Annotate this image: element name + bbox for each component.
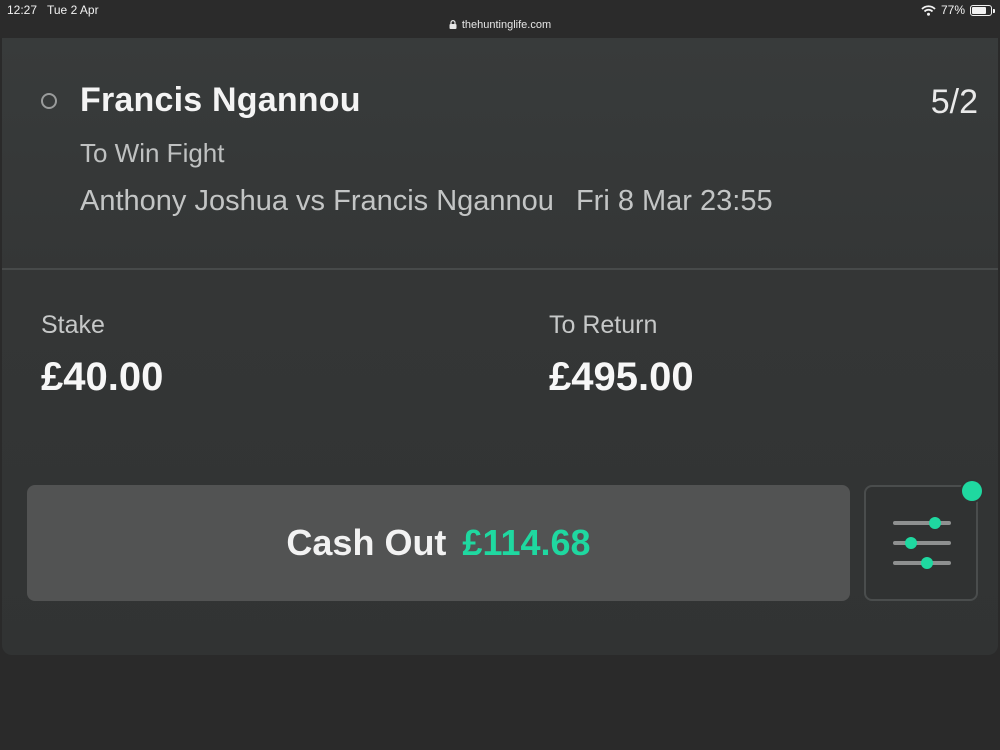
event-time: Fri 8 Mar 23:55 — [575, 185, 773, 217]
to-return-value: £495.00 — [549, 355, 694, 399]
status-date: Tue 2 Apr — [47, 3, 99, 17]
cash-out-amount: £114.68 — [462, 522, 591, 563]
wifi-icon — [921, 4, 936, 16]
event-name: Anthony Joshua vs Francis Ngannou — [80, 185, 554, 217]
url-text: thehuntinglife.com — [461, 19, 552, 31]
battery-percent: 77% — [940, 3, 965, 17]
battery-fill — [972, 6, 986, 14]
to-return-label: To Return — [549, 311, 658, 339]
status-time: 12:27 — [7, 3, 38, 17]
notification-dot — [962, 481, 982, 501]
divider — [2, 268, 998, 270]
cash-out-settings-button[interactable] — [864, 485, 978, 601]
market-name: To Win Fight — [80, 138, 225, 168]
odds: 5/2 — [930, 83, 978, 121]
event-info: Anthony Joshua vs Francis Ngannou Fri 8 M… — [80, 185, 773, 218]
bet-card: Francis Ngannou 5/2 To Win Fight Anthony… — [2, 38, 998, 655]
cash-out-label: Cash Out — [286, 522, 447, 563]
sliders-icon — [893, 517, 951, 569]
selection-radio[interactable] — [41, 93, 57, 109]
status-right: 77% — [921, 3, 995, 17]
stake-value: £40.00 — [41, 355, 164, 399]
address-bar[interactable]: thehuntinglife.com — [0, 19, 1000, 31]
lock-icon — [449, 20, 457, 29]
stake-label: Stake — [41, 311, 105, 339]
selection-name: Francis Ngannou — [80, 81, 361, 119]
status-bar: 12:27 Tue 2 Apr thehuntinglife.com 77% — [0, 0, 1000, 38]
cash-out-button[interactable]: Cash Out £114.68 — [27, 485, 850, 601]
battery-icon — [970, 4, 995, 16]
